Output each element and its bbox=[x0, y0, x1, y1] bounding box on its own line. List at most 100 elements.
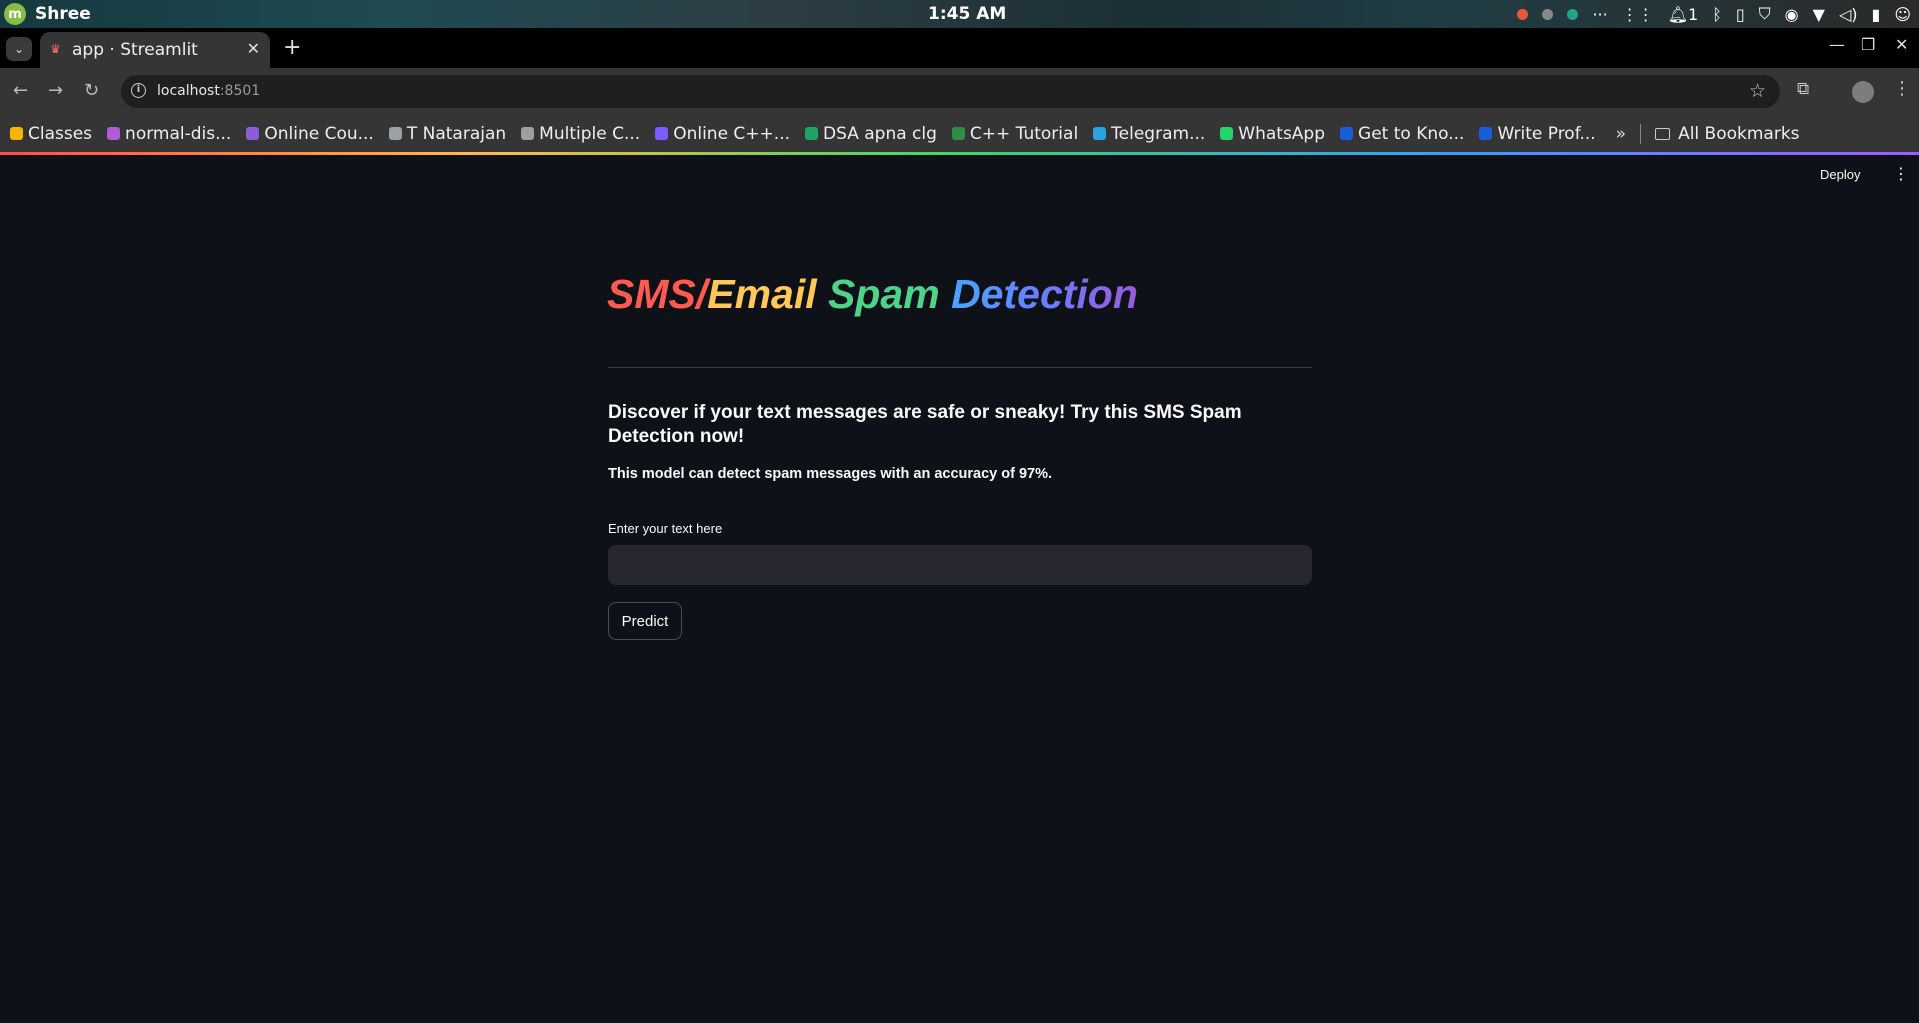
tab-strip: ⌄ ♛ app · Streamlit ✕ + — ❐ ✕ bbox=[0, 28, 1919, 68]
system-tray: ··· ⋮⋮ 🔔︎1 ᛒ ▯ ⛉ ◉ ▼ ◁) ▮ ☺ bbox=[1517, 3, 1911, 25]
tray-app-icon[interactable] bbox=[1567, 8, 1579, 20]
back-icon[interactable]: ← bbox=[13, 80, 28, 101]
bookmark-item[interactable]: Get to Kno... bbox=[1340, 124, 1464, 144]
tab-search-button[interactable]: ⌄ bbox=[6, 37, 32, 61]
text-input-label: Enter your text here bbox=[608, 521, 723, 536]
bookmark-label: Online C++... bbox=[673, 123, 790, 144]
tray-app-icon[interactable] bbox=[1517, 8, 1529, 20]
tray-more-icon[interactable]: ··· bbox=[1592, 5, 1607, 24]
bookmark-item[interactable]: Write Prof... bbox=[1479, 123, 1596, 144]
bookmark-favicon-icon bbox=[951, 127, 965, 140]
bookmark-label: Classes bbox=[28, 123, 93, 144]
bookmark-label: C++ Tutorial bbox=[969, 123, 1079, 144]
bookmark-item[interactable]: Multiple C... bbox=[521, 124, 640, 144]
bookmark-item[interactable]: C++ Tutorial bbox=[951, 123, 1079, 144]
os-clock[interactable]: 1:45 AM bbox=[928, 4, 1006, 24]
bookmark-favicon-icon bbox=[388, 127, 402, 140]
minimize-icon[interactable]: — bbox=[1829, 35, 1845, 54]
subheader: Discover if your text messages are safe … bbox=[608, 402, 1242, 447]
bookmark-label: Get to Kno... bbox=[1358, 123, 1465, 144]
close-window-icon[interactable]: ✕ bbox=[1895, 35, 1908, 54]
bookmark-favicon-icon bbox=[655, 127, 669, 140]
notification-icon[interactable]: 🔔︎1 bbox=[1668, 5, 1699, 24]
site-info-icon[interactable]: i bbox=[131, 83, 146, 98]
message-input[interactable] bbox=[608, 545, 1312, 585]
browser-toolbar: ← → ↻ i localhost:8501 ☆ ⧉ ⋮ bbox=[0, 68, 1919, 115]
bookmark-favicon-icon bbox=[107, 127, 121, 140]
new-tab-icon[interactable]: + bbox=[283, 35, 301, 60]
os-username: Shree bbox=[35, 4, 91, 24]
mint-menu-icon[interactable]: m bbox=[4, 3, 26, 25]
bookmark-item[interactable]: T Natarajan bbox=[388, 123, 507, 144]
address-bar[interactable]: i localhost:8501 ☆ bbox=[121, 75, 1780, 108]
deploy-button[interactable]: Deploy bbox=[1820, 167, 1860, 182]
title-part-email: Email bbox=[707, 271, 829, 317]
bookmark-star-icon[interactable]: ☆ bbox=[1749, 80, 1766, 102]
url-host: localhost bbox=[157, 83, 220, 99]
notification-count: 1 bbox=[1688, 4, 1699, 24]
tray-app-icon[interactable] bbox=[1542, 8, 1554, 20]
all-bookmarks-label: All Bookmarks bbox=[1678, 123, 1800, 144]
bookmark-favicon-icon bbox=[1093, 127, 1107, 140]
bookmark-favicon-icon bbox=[1479, 127, 1493, 140]
bookmark-label: T Natarajan bbox=[406, 123, 507, 144]
bookmark-item[interactable]: Online C++... bbox=[655, 124, 790, 144]
apps-grid-icon[interactable]: ⋮⋮ bbox=[1622, 5, 1654, 24]
bookmark-label: WhatsApp bbox=[1238, 123, 1326, 144]
title-divider bbox=[608, 367, 1312, 368]
bookmark-item[interactable]: Telegram... bbox=[1093, 124, 1205, 144]
bookmark-favicon-icon bbox=[246, 127, 260, 140]
bluetooth-icon[interactable]: ᛒ bbox=[1712, 5, 1722, 24]
streamlit-favicon-icon: ♛ bbox=[50, 42, 61, 56]
bookmark-item[interactable]: Online Cou... bbox=[246, 124, 374, 144]
nvidia-icon[interactable]: ◉ bbox=[1785, 5, 1799, 24]
extensions-icon[interactable]: ⧉ bbox=[1797, 79, 1809, 99]
title-part-sms: SMS/ bbox=[607, 271, 708, 317]
folder-icon bbox=[1655, 127, 1671, 140]
bookmark-list: Classes normal-dis... Online Cou... T Natar… bbox=[10, 124, 1611, 144]
bookmark-label: normal-dis... bbox=[125, 123, 232, 144]
bookmarks-bar: Classes normal-dis... Online Cou... T Natar… bbox=[0, 115, 1919, 152]
bookmark-label: Telegram... bbox=[1111, 123, 1206, 144]
page-title: SMS/Email Spam Detection bbox=[607, 271, 1138, 318]
profile-avatar[interactable] bbox=[1852, 81, 1874, 103]
battery-icon[interactable]: ▮ bbox=[1872, 5, 1881, 24]
bookmarks-divider bbox=[1640, 123, 1642, 144]
url-text[interactable]: localhost:8501 bbox=[157, 83, 260, 99]
bookmark-item[interactable]: normal-dis... bbox=[107, 124, 231, 144]
bookmark-favicon-icon bbox=[805, 127, 818, 140]
volume-icon[interactable]: ◁) bbox=[1839, 5, 1858, 24]
bookmark-favicon-icon bbox=[1220, 127, 1234, 140]
clipboard-icon[interactable]: ▯ bbox=[1736, 5, 1745, 24]
bookmark-favicon-icon bbox=[10, 127, 23, 140]
shield-icon[interactable]: ⛉ bbox=[1759, 4, 1771, 24]
tab-active[interactable]: ♛ app · Streamlit ✕ bbox=[40, 32, 270, 68]
user-icon[interactable]: ☺ bbox=[1894, 5, 1911, 24]
streamlit-app: Deploy ⋮ SMS/Email Spam Detection Discov… bbox=[0, 155, 1919, 1023]
bookmark-label: Online Cou... bbox=[264, 123, 374, 144]
restore-icon[interactable]: ❐ bbox=[1861, 35, 1875, 54]
wifi-icon[interactable]: ▼ bbox=[1813, 5, 1825, 24]
bookmark-item[interactable]: WhatsApp bbox=[1220, 124, 1325, 144]
browser-menu-icon[interactable]: ⋮ bbox=[1893, 78, 1911, 99]
close-tab-icon[interactable]: ✕ bbox=[247, 39, 260, 58]
bookmark-label: Write Prof... bbox=[1497, 123, 1596, 144]
all-bookmarks-button[interactable]: All Bookmarks bbox=[1655, 123, 1800, 144]
url-port: :8501 bbox=[219, 83, 261, 99]
title-part-detection: Detection bbox=[951, 271, 1138, 317]
os-top-panel: m Shree 1:45 AM ··· ⋮⋮ 🔔︎1 ᛒ ▯ ⛉ ◉ ▼ ◁) … bbox=[0, 0, 1919, 28]
bookmark-favicon-icon bbox=[1340, 127, 1354, 140]
bookmark-label: DSA apna clg bbox=[823, 123, 937, 144]
bookmarks-overflow-icon[interactable]: » bbox=[1616, 124, 1626, 144]
bookmark-favicon-icon bbox=[521, 127, 535, 140]
accuracy-text: This model can detect spam messages with… bbox=[608, 466, 1053, 482]
main-menu-icon[interactable]: ⋮ bbox=[1893, 164, 1909, 183]
title-part-spam: Spam bbox=[828, 271, 952, 317]
bookmark-item[interactable]: DSA apna clg bbox=[805, 124, 937, 144]
tab-title: app · Streamlit bbox=[72, 40, 198, 60]
forward-icon[interactable]: → bbox=[48, 80, 63, 101]
bookmark-item[interactable]: Classes bbox=[10, 124, 92, 144]
predict-button[interactable]: Predict bbox=[608, 602, 682, 640]
bookmark-label: Multiple C... bbox=[539, 123, 641, 144]
reload-icon[interactable]: ↻ bbox=[84, 80, 99, 101]
